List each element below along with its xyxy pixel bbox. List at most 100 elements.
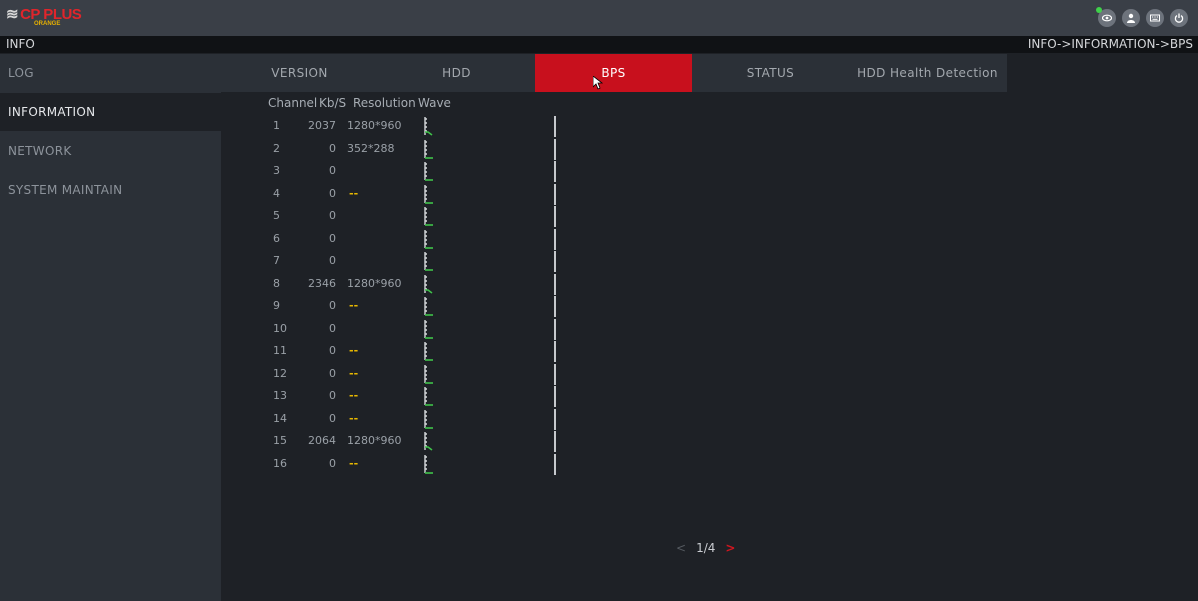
resolution-cell: 1280*960	[347, 119, 402, 132]
table-row: 12 0 --	[221, 363, 921, 385]
header-resolution: Resolution	[353, 96, 416, 110]
wave-graph	[424, 432, 433, 451]
wave-scale	[554, 273, 558, 295]
logo-subtext: ORANGE	[34, 21, 61, 27]
wave-graph	[424, 252, 433, 271]
page-indicator: 1/4	[696, 541, 716, 555]
kbs-cell: 0	[329, 456, 336, 470]
kbs-cell: 0	[329, 321, 336, 335]
section-title: INFO	[6, 37, 35, 51]
sidebar-item-log[interactable]: LOG	[0, 54, 221, 92]
kbs-cell: 0	[329, 389, 336, 402]
table-row: 70	[221, 250, 921, 272]
kbs-cell: 2346	[308, 276, 336, 290]
kbs-cell: 0	[329, 164, 336, 177]
table-row: 2 0 352*288	[221, 138, 921, 160]
resolution-dash: --	[349, 411, 359, 425]
wave-scale	[554, 116, 558, 137]
wave-scale	[554, 228, 558, 250]
wave-graph	[424, 229, 433, 249]
wave-graph	[424, 342, 433, 361]
resolution-dash: --	[349, 456, 359, 470]
cp-plus-logo: ≋ CP PLUS ORANGE	[6, 5, 86, 31]
info-bar: INFO INFO->INFORMATION->BPS	[0, 36, 1198, 53]
kbs-cell: 0	[329, 254, 336, 267]
tab-version[interactable]: VERSION	[221, 54, 378, 92]
next-page-button[interactable]: >	[725, 541, 735, 555]
tab-hdd-health-detection[interactable]: HDD Health Detection	[849, 54, 1006, 92]
table-row: 11 0 --	[221, 340, 921, 362]
wave-scale	[554, 341, 558, 362]
header-kbs: Kb/S	[319, 96, 347, 110]
mouse-cursor-icon	[593, 76, 603, 90]
wave-graph	[424, 319, 433, 339]
tab-bar: VERSION HDD BPS STATUS HDD Health Detect…	[221, 54, 1007, 92]
kbs-cell: 0	[329, 411, 336, 425]
kbs-cell: 0	[329, 366, 336, 380]
resolution-cell: 352*288	[347, 141, 395, 155]
top-bar: ≋ CP PLUS ORANGE	[0, 0, 1198, 36]
wave-scale	[554, 408, 558, 430]
kbs-cell: 0	[329, 141, 336, 155]
table-row: 1 2037 1280*960	[221, 115, 921, 137]
sidebar-item-information[interactable]: INFORMATION	[0, 93, 221, 131]
wave-graph	[424, 184, 433, 204]
prev-page-button[interactable]: <	[676, 541, 686, 555]
main-panel: VERSION HDD BPS STATUS HDD Health Detect…	[221, 54, 1198, 601]
table-row: 4 0 --	[221, 183, 921, 205]
wave-graph	[424, 387, 433, 406]
wave-graph	[424, 364, 433, 384]
wave-scale	[554, 206, 558, 227]
wave-graph	[424, 274, 433, 294]
wave-graph	[424, 162, 433, 181]
power-icon[interactable]	[1170, 9, 1188, 27]
wave-scale	[554, 363, 558, 385]
table-row: 14 0 --	[221, 408, 921, 430]
tab-status[interactable]: STATUS	[692, 54, 849, 92]
kbs-cell: 0	[329, 344, 336, 357]
wave-graph	[424, 454, 433, 474]
wave-graph	[424, 117, 433, 136]
table-row: 60	[221, 228, 921, 250]
table-row: 10 0	[221, 318, 921, 340]
wave-graph	[424, 207, 433, 226]
kbs-cell: 2037	[308, 119, 336, 132]
wave-scale	[554, 386, 558, 407]
table-row: 16 0 --	[221, 453, 921, 475]
resolution-cell: 1280*960	[347, 276, 402, 290]
breadcrumb: INFO->INFORMATION->BPS	[1027, 37, 1193, 51]
wave-graph	[424, 409, 433, 429]
wave-graph	[424, 139, 433, 159]
tab-bps[interactable]: BPS	[535, 54, 692, 92]
keyboard-icon[interactable]	[1146, 9, 1164, 27]
table-row: 30	[221, 160, 921, 182]
wave-scale	[554, 138, 558, 160]
wave-scale	[554, 251, 558, 272]
sidebar-item-system-maintain[interactable]: SYSTEM MAINTAIN	[0, 171, 221, 209]
sidebar-item-network[interactable]: NETWORK	[0, 132, 221, 170]
resolution-dash: --	[349, 389, 359, 402]
wave-scale	[554, 453, 558, 475]
header-channel: Channel	[268, 96, 318, 110]
logo-mark-icon: ≋	[6, 6, 19, 23]
resolution-dash: --	[349, 299, 359, 312]
header-wave: Wave	[418, 96, 451, 110]
kbs-cell: 0	[329, 231, 336, 245]
account-icon[interactable]	[1122, 9, 1140, 27]
kbs-cell: 0	[329, 186, 336, 200]
sidebar: LOG INFORMATION NETWORK SYSTEM MAINTAIN	[0, 54, 221, 601]
resolution-dash: --	[349, 344, 359, 357]
wave-scale	[554, 183, 558, 205]
table-row: 50	[221, 205, 921, 227]
wave-scale	[554, 318, 558, 340]
table-row: 15 2064 1280*960	[221, 430, 921, 452]
table-row: 9 0 --	[221, 295, 921, 317]
wave-scale	[554, 296, 558, 317]
resolution-cell: 1280*960	[347, 434, 402, 447]
resolution-dash: --	[349, 366, 359, 380]
live-view-icon[interactable]	[1096, 7, 1116, 27]
wave-scale	[554, 161, 558, 182]
tab-hdd[interactable]: HDD	[378, 54, 535, 92]
pagination: < 1/4 >	[676, 541, 735, 555]
resolution-dash: --	[349, 186, 359, 200]
